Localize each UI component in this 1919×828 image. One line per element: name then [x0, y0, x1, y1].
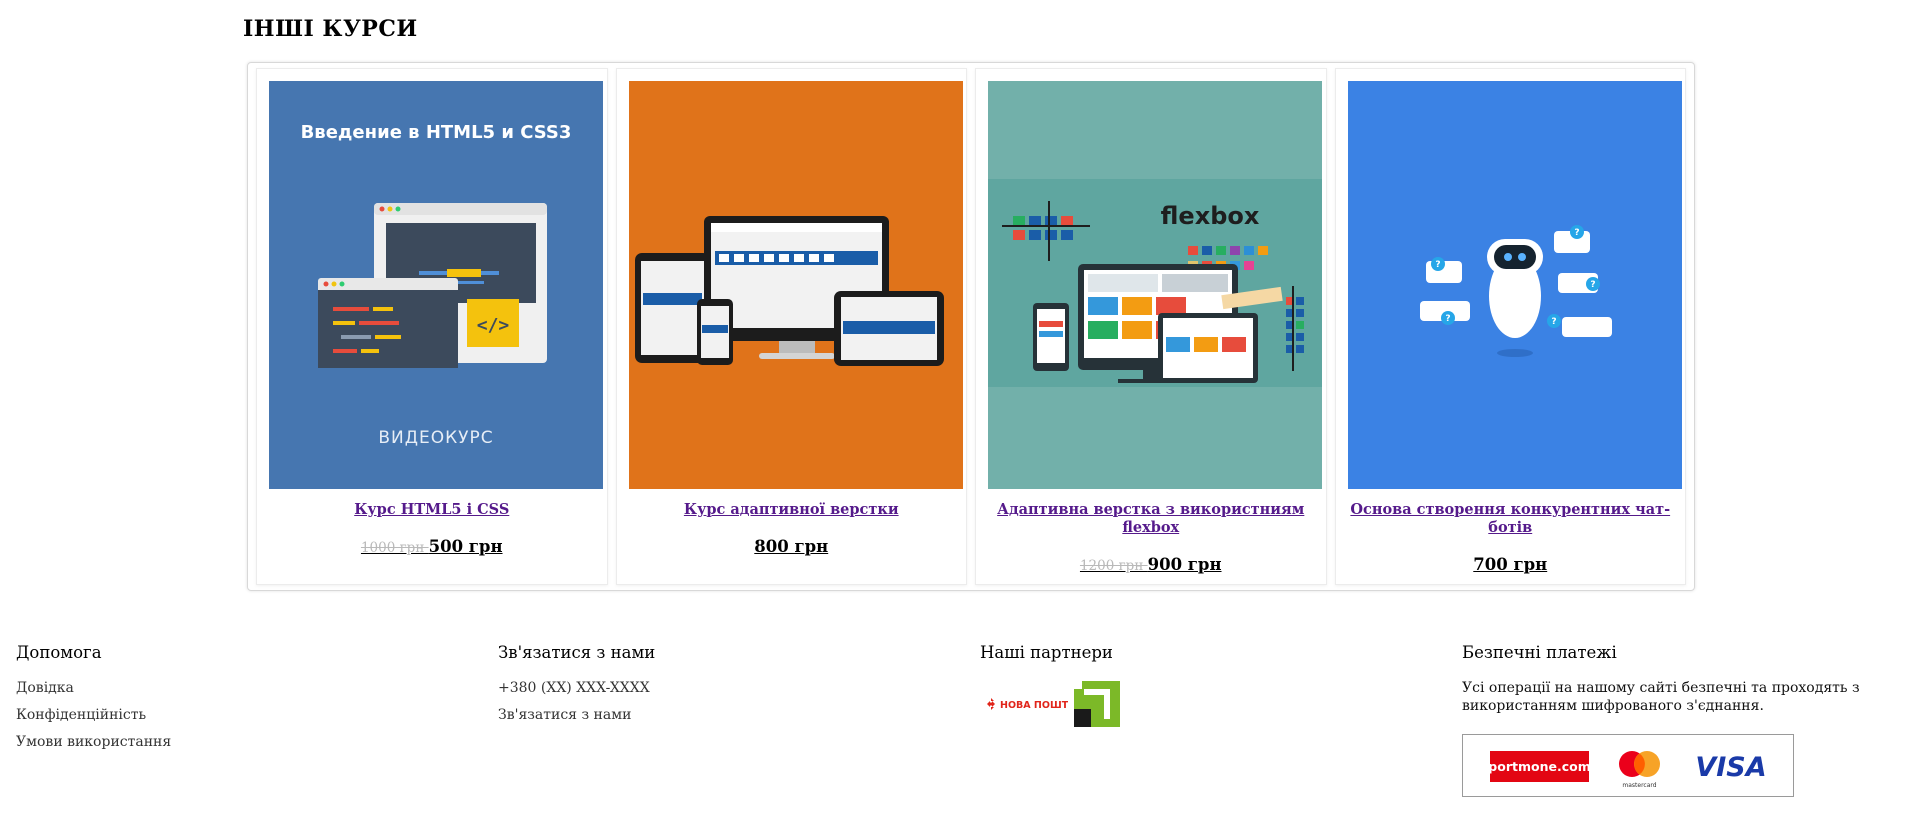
course-price: 800 грн: [617, 537, 967, 556]
old-price: 1200 грн: [1079, 558, 1148, 574]
flexbox-logo: flexbox: [1161, 202, 1260, 230]
course-title-link[interactable]: Адаптивна верстка з використниям flexbox: [990, 501, 1312, 537]
footer-help: Допомога Довідка Конфіденційність Умови …: [16, 643, 171, 760]
footer-payments-title: Безпечні платежі: [1462, 643, 1617, 662]
footer-contact: Зв'язатися з нами +380 (XX) XXX-XXXX Зв'…: [498, 643, 655, 733]
footer-link-help[interactable]: Довідка: [16, 679, 171, 697]
cover-heading: Введение в HTML5 и CSS3: [301, 122, 572, 143]
svg-text:?: ?: [1435, 260, 1440, 270]
cover-footer: ВИДЕОКУРС: [378, 428, 493, 448]
course-price: 1200 грн 900 грн: [976, 555, 1326, 574]
svg-text:portmone.com: portmone.com: [1488, 759, 1590, 774]
svg-text:?: ?: [1574, 228, 1579, 238]
svg-text:?: ?: [1590, 280, 1595, 290]
privatbank-logo[interactable]: [1074, 681, 1120, 727]
footer-contact-link[interactable]: Зв'язатися з нами: [498, 706, 655, 724]
course-card[interactable]: flexbox Адаптивна верстка з використниям…: [975, 68, 1327, 585]
course-card[interactable]: Введение в HTML5 и CSS3 </> ВИДЕОКУРС Ку…: [256, 68, 608, 585]
courses-list: Введение в HTML5 и CSS3 </> ВИДЕОКУРС Ку…: [247, 62, 1695, 591]
footer-payments: Безпечні платежі Усі операції на нашому …: [1462, 643, 1902, 715]
course-price: 700 грн: [1336, 555, 1686, 574]
mastercard-logo: mastercard: [1619, 751, 1660, 789]
payment-logos-image: portmone.com mastercard VISA: [1488, 751, 1767, 789]
svg-text:НОВА ПОШТА: НОВА ПОШТА: [1000, 700, 1068, 711]
section-title: ІНШІ КУРСИ: [243, 16, 418, 42]
course-price: 1000 грн 500 грн: [257, 537, 607, 556]
footer-phone[interactable]: +380 (XX) XXX-XXXX: [498, 679, 655, 697]
visa-logo: VISA: [1695, 752, 1766, 783]
course-cover-image[interactable]: [628, 81, 963, 489]
footer-partners: Наші партнери: [980, 643, 1113, 679]
current-price: 500 грн: [428, 537, 503, 556]
nova-poshta-logo[interactable]: НОВА ПОШТА: [984, 689, 1068, 719]
footer-contact-title: Зв'язатися з нами: [498, 643, 656, 662]
footer-partners-title: Наші партнери: [980, 643, 1113, 662]
footer-link-privacy[interactable]: Конфіденційність: [16, 706, 171, 724]
current-price: 900 грн: [1147, 555, 1222, 574]
course-title-link[interactable]: Курс HTML5 і CSS: [271, 501, 593, 519]
course-title-link[interactable]: Курс адаптивної верстки: [631, 501, 953, 519]
current-price: 700 грн: [1473, 555, 1548, 574]
course-cover-image[interactable]: ?????: [1347, 81, 1682, 489]
course-cover-image[interactable]: flexbox: [988, 81, 1322, 489]
partner-logos: НОВА ПОШТА: [984, 681, 1120, 727]
svg-text:?: ?: [1551, 317, 1556, 327]
course-card[interactable]: Курс адаптивної верстки 800 грн: [615, 68, 967, 585]
course-cover-image[interactable]: Введение в HTML5 и CSS3 </> ВИДЕОКУРС: [269, 81, 603, 489]
course-card[interactable]: ????? Основа створення конкурентних чат-…: [1334, 68, 1686, 585]
footer-link-terms[interactable]: Умови використання: [16, 733, 171, 751]
svg-text:mastercard: mastercard: [1622, 782, 1656, 789]
payment-logos: portmone.com mastercard VISA: [1462, 734, 1794, 797]
footer-help-title: Допомога: [16, 643, 102, 662]
svg-text:?: ?: [1445, 314, 1450, 324]
course-title-link[interactable]: Основа створення конкурентних чат-ботів: [1350, 501, 1672, 537]
svg-text:</>: </>: [477, 315, 510, 336]
current-price: 800 грн: [754, 537, 829, 556]
old-price: 1000 грн: [360, 540, 429, 556]
footer-payments-text: Усі операції на нашому сайті безпечні та…: [1462, 680, 1860, 714]
